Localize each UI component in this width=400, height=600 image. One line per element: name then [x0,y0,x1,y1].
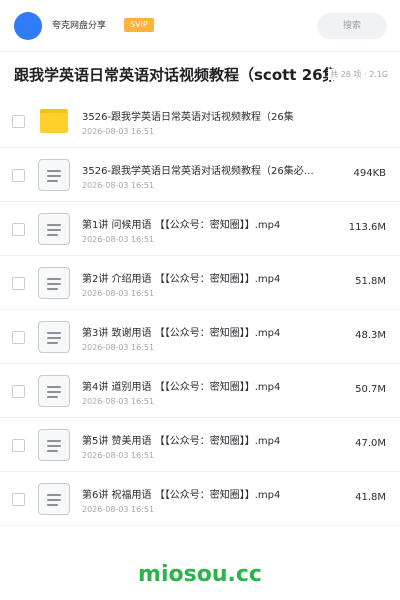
file-date: 2026-08-03 16:51 [82,181,155,190]
file-name: 3526-跟我学英语日常英语对话视频教程（26集 [82,112,294,123]
folder-icon [40,109,68,133]
file-size: 113.6M [348,222,386,233]
file-name: 3526-跟我学英语日常英语对话视频教程（26集必… [82,166,314,177]
document-icon [38,267,70,299]
file-name: 第2讲 介绍用语 【【公众号：密知圈】】.mp4 [82,274,281,285]
document-icon [38,321,70,353]
list-item-folder[interactable]: 3526-跟我学英语日常英语对话视频教程（26集 2026-08-03 16:5… [0,94,400,148]
list-item[interactable]: 第6讲 祝福用语 【【公众号：密知圈】】.mp4 2026-08-03 16:5… [0,472,400,526]
file-name: 第4讲 道别用语 【【公众号：密知圈】】.mp4 [82,382,281,393]
app-window: 夸克网盘分享 SVIP 跟我学英语日常英语对话视频教程（scott 26集） 共… [0,0,400,600]
document-icon [38,375,70,407]
folder-meta: 共 28 项 · 2.1G [328,69,388,80]
row-checkbox[interactable] [12,331,25,344]
file-size: 41.8M [355,492,386,503]
file-size: 51.8M [355,276,386,287]
row-checkbox[interactable] [12,169,25,182]
document-icon [38,213,70,245]
file-date: 2026-08-03 16:51 [82,451,155,460]
file-size: 47.0M [355,438,386,449]
row-checkbox[interactable] [12,223,25,236]
file-size: 48.3M [355,330,386,341]
document-icon [38,429,70,461]
row-checkbox[interactable] [12,277,25,290]
file-name: 第5讲 赞美用语 【【公众号：密知圈】】.mp4 [82,436,281,447]
row-checkbox[interactable] [12,493,25,506]
search-input[interactable] [317,13,387,39]
list-item[interactable]: 第4讲 道别用语 【【公众号：密知圈】】.mp4 2026-08-03 16:5… [0,364,400,418]
quark-logo-icon[interactable] [14,12,42,40]
row-checkbox[interactable] [12,439,25,452]
document-icon [38,483,70,515]
page-title: 跟我学英语日常英语对话视频教程（scott 26集） [14,66,334,84]
list-item[interactable]: 3526-跟我学英语日常英语对话视频教程（26集必… 2026-08-03 16… [0,148,400,202]
list-item[interactable]: 第1讲 问候用语 【【公众号：密知圈】】.mp4 2026-08-03 16:5… [0,202,400,256]
file-size: 494KB [353,168,386,179]
file-name: 第1讲 问候用语 【【公众号：密知圈】】.mp4 [82,220,281,231]
file-date: 2026-08-03 16:51 [82,289,155,298]
list-item[interactable]: 第2讲 介绍用语 【【公众号：密知圈】】.mp4 2026-08-03 16:5… [0,256,400,310]
document-icon [38,159,70,191]
file-date: 2026-08-03 16:51 [82,397,155,406]
file-date: 2026-08-03 16:51 [82,343,155,352]
file-date: 2026-08-03 16:51 [82,505,155,514]
file-date: 2026-08-03 16:51 [82,127,155,136]
file-size: 50.7M [355,384,386,395]
file-name: 第3讲 致谢用语 【【公众号：密知圈】】.mp4 [82,328,281,339]
app-title: 夸克网盘分享 [52,21,107,31]
list-item[interactable]: 第3讲 致谢用语 【【公众号：密知圈】】.mp4 2026-08-03 16:5… [0,310,400,364]
watermark-text: miosou.cc [138,562,262,587]
file-list: 3526-跟我学英语日常英语对话视频教程（26集 2026-08-03 16:5… [0,94,400,526]
file-name: 第6讲 祝福用语 【【公众号：密知圈】】.mp4 [82,490,281,501]
row-checkbox[interactable] [12,115,25,128]
row-checkbox[interactable] [12,385,25,398]
list-item[interactable]: 第5讲 赞美用语 【【公众号：密知圈】】.mp4 2026-08-03 16:5… [0,418,400,472]
file-date: 2026-08-03 16:51 [82,235,155,244]
svip-badge[interactable]: SVIP [124,18,154,32]
header-bar: 夸克网盘分享 SVIP [0,0,400,52]
